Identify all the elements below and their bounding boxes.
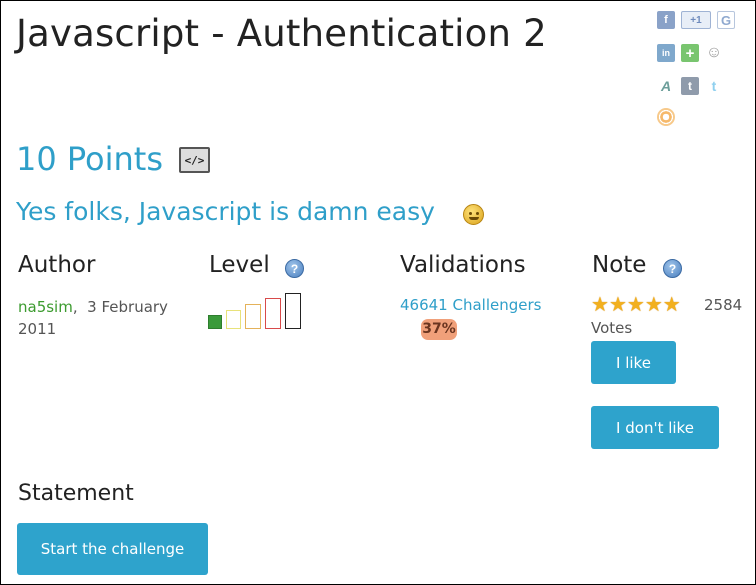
- level-heading: Level: [209, 252, 270, 278]
- author-name-link[interactable]: na5sim: [18, 298, 73, 316]
- points-value: 10 Points: [16, 140, 164, 178]
- challengers-link[interactable]: 46641 Challengers: [400, 296, 541, 314]
- start-challenge-button[interactable]: Start the challenge: [17, 523, 208, 575]
- level-bar-3: [245, 304, 261, 329]
- note-help-icon[interactable]: ?: [663, 259, 682, 278]
- reddit-icon[interactable]: ☺: [705, 44, 723, 62]
- star-icon: ★: [608, 292, 627, 316]
- google-plus-one-icon[interactable]: +1: [681, 11, 711, 29]
- rating-stars: ★ ★ ★ ★ ★: [591, 294, 681, 314]
- google-icon[interactable]: G: [717, 11, 735, 29]
- twitter-icon[interactable]: t: [705, 77, 723, 95]
- smiley-icon: [463, 204, 484, 225]
- votes-label: Votes: [591, 319, 633, 337]
- add-plus-icon[interactable]: +: [681, 44, 699, 62]
- share-flower-icon: [657, 108, 675, 126]
- star-icon: ★: [626, 292, 645, 316]
- tumblr-icon[interactable]: t: [681, 77, 699, 95]
- dislike-button[interactable]: I don't like: [591, 406, 719, 449]
- linkedin-icon[interactable]: in: [657, 44, 675, 62]
- star-icon: ★: [644, 292, 663, 316]
- success-rate-badge: 37%: [421, 319, 457, 340]
- level-bar-5: [285, 293, 301, 329]
- statement-heading: Statement: [18, 481, 134, 506]
- facebook-icon[interactable]: f: [657, 11, 675, 29]
- challenge-subtitle: Yes folks, Javascript is damn easy: [16, 197, 435, 226]
- note-heading: Note: [592, 252, 647, 278]
- level-bar-1: [208, 315, 222, 329]
- level-bar-4: [265, 298, 281, 329]
- star-icon: ★: [591, 292, 609, 316]
- author-info: na5sim, 3 February 2011: [18, 298, 168, 338]
- votes-count: 2584: [704, 296, 743, 314]
- star-icon: ★: [662, 292, 681, 316]
- page-title: Javascript - Authentication 2: [16, 12, 547, 55]
- validations-heading: Validations: [400, 252, 526, 278]
- author-heading: Author: [18, 252, 96, 278]
- code-icon[interactable]: </>: [179, 147, 210, 173]
- like-button[interactable]: I like: [591, 341, 676, 384]
- level-help-icon[interactable]: ?: [285, 259, 304, 278]
- level-bar-2: [226, 310, 241, 329]
- share-icon[interactable]: [657, 108, 675, 126]
- aa-icon[interactable]: A: [657, 77, 675, 95]
